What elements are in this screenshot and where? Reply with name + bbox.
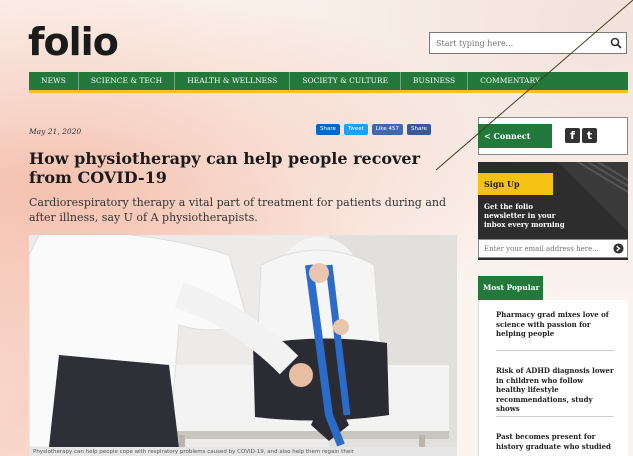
facebook-icon[interactable]: f [565, 128, 580, 143]
social-links: f t [565, 128, 597, 143]
article-photo [29, 235, 457, 447]
most-popular-title: Most Popular [478, 276, 543, 300]
connect-button[interactable]: < Connect [478, 124, 552, 148]
article-deck: Cardiorespiratory therapy a vital part o… [29, 196, 447, 224]
connect-label: Connect [493, 131, 531, 141]
search-input[interactable] [430, 33, 608, 53]
article-headline: How physiotherapy can help people recove… [29, 149, 421, 187]
newsletter-email-input[interactable] [479, 240, 609, 257]
nav-item-science-tech[interactable]: SCIENCE & TECH [79, 72, 176, 90]
signup-description: Get the folio newsletter in your inbox e… [484, 202, 565, 229]
twitter-tweet-button[interactable]: Tweet [343, 124, 368, 135]
most-popular-list: Pharmacy grad mixes love of science with… [478, 300, 628, 456]
main-nav: NEWS SCIENCE & TECH HEALTH & WELLNESS SO… [29, 72, 628, 93]
nav-item-health-wellness[interactable]: HEALTH & WELLNESS [175, 72, 291, 90]
article-date: May 21, 2020 [29, 127, 82, 136]
nav-item-society-culture[interactable]: SOCIETY & CULTURE [290, 72, 402, 90]
popular-item-1[interactable]: Pharmacy grad mixes love of science with… [496, 310, 614, 339]
search-box[interactable] [429, 32, 627, 54]
divider [496, 350, 614, 351]
arrow-right-circle-icon[interactable] [613, 243, 624, 254]
popular-item-2[interactable]: Risk of ADHD diagnosis lower in children… [496, 366, 614, 414]
physiotherapy-illustration [29, 235, 457, 447]
nav-item-business[interactable]: BUSINESS [401, 72, 469, 90]
photo-caption-text: Physiotherapy can help people cope with … [33, 449, 354, 455]
nav-item-news[interactable]: NEWS [29, 72, 79, 90]
nav-item-commentary[interactable]: COMMENTARY [468, 72, 552, 90]
signup-tag: Sign Up [478, 173, 553, 195]
twitter-icon[interactable]: t [582, 128, 597, 143]
divider [496, 416, 614, 417]
site-logo[interactable]: folio [28, 20, 119, 64]
share-icon: < [484, 131, 494, 141]
facebook-like-button[interactable]: Like 457 [371, 124, 403, 135]
newsletter-email-box[interactable] [478, 239, 628, 258]
linkedin-share-button[interactable]: Share [316, 124, 340, 135]
search-icon[interactable] [610, 37, 622, 49]
popular-item-3[interactable]: Past becomes present for history graduat… [496, 432, 614, 451]
facebook-share-button[interactable]: Share [406, 124, 431, 135]
photo-caption: Physiotherapy can help people cope with … [29, 447, 457, 456]
share-bar: Share Tweet Like 457 Share [316, 124, 431, 135]
